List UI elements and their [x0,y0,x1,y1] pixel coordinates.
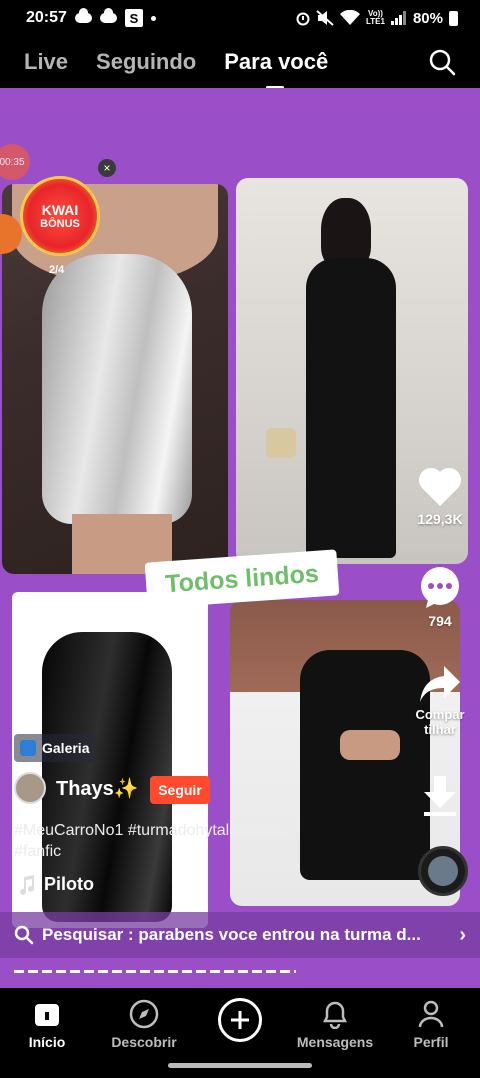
galeria-label: Galeria [42,740,90,756]
nav-perfil[interactable]: Perfil [386,998,476,1050]
gallery-icon [20,740,36,756]
search-suggestion-text: Pesquisar : parabens voce entrou na turm… [42,925,421,944]
bonus-subtitle: BÔNUS [40,217,80,230]
battery-percent: 80% [412,9,443,27]
heart-icon [418,467,462,506]
download-icon [424,776,456,816]
bonus-count: 2/4 [49,264,65,276]
nav-mensagens-label: Mensagens [296,1034,374,1050]
nav-descobrir[interactable]: Descobrir [99,998,189,1050]
comment-icon [421,567,459,608]
music-note-icon [20,874,34,895]
kwai-bonus-widget[interactable]: KWAI BÔNUS [20,176,100,256]
mute-icon [316,10,334,26]
galeria-tag[interactable]: Galeria [14,734,98,762]
notification-dot-icon [150,15,156,21]
music-info[interactable]: Piloto [18,874,94,895]
video-progress[interactable] [14,970,296,973]
tab-live[interactable]: Live [24,49,68,75]
comment-count: 794 [428,613,452,629]
cloud-icon [74,8,92,23]
s-app-icon: S [124,9,143,27]
chevron-right-icon: › [459,923,466,946]
video-caption[interactable]: #MeuCarroNo1 #turmadohytalosantos #fanfi… [14,820,334,862]
create-button[interactable] [218,998,262,1042]
download-button[interactable] [410,774,470,821]
tab-para-voce[interactable]: Para você [224,49,328,89]
share-label: Compar tilhar [415,707,465,737]
search-icon-small [14,925,34,945]
like-count: 129,3K [417,511,463,527]
author-info[interactable]: Thays✨ [14,772,139,804]
signal-icon [390,11,406,25]
alarm-icon [296,12,310,26]
clock: 20:57 [26,9,67,26]
close-icon[interactable]: × [98,159,116,177]
nav-descobrir-label: Descobrir [111,1034,177,1050]
search-icon[interactable] [428,48,456,76]
cloud-icon-2 [99,8,117,23]
author-avatar[interactable] [14,772,46,804]
nav-inicio[interactable]: Início [2,998,92,1050]
bell-icon [322,1001,348,1029]
share-icon [420,666,460,702]
music-disc-avatar[interactable] [418,846,468,896]
comment-button[interactable]: 794 [410,566,470,629]
plus-icon [231,1011,249,1029]
share-button[interactable]: Compar tilhar [410,664,470,737]
bottom-nav: Início Descobrir Mensagens Perfil [0,988,480,1078]
top-tabs: Live Seguindo Para você [0,36,480,89]
home-icon [35,1004,59,1026]
volte-indicator: Vo)) LTE1 [366,9,385,26]
bonus-title: KWAI [41,201,79,218]
tab-seguindo[interactable]: Seguindo [96,49,196,75]
home-indicator[interactable] [168,1063,312,1068]
timer-badge: 00:35 [0,144,30,180]
wifi-icon [340,10,360,25]
like-button[interactable]: 129,3K [410,464,470,527]
nav-inicio-label: Início [28,1034,66,1050]
music-title: Piloto [44,874,94,894]
nav-perfil-label: Perfil [413,1034,449,1050]
video-content[interactable]: Todos lindos 00:35 KWAI BÔNUS 2/4 × 129,… [0,88,480,988]
nav-mensagens[interactable]: Mensagens [290,998,380,1050]
follow-button[interactable]: Seguir [150,776,210,804]
search-suggestion-bar[interactable]: Pesquisar : parabens voce entrou na turm… [0,912,480,958]
status-bar: 20:57 S Vo)) LTE1 80% [0,0,480,36]
compass-icon [129,999,159,1029]
battery-icon [449,10,458,26]
author-name[interactable]: Thays✨ [56,776,139,801]
person-icon [418,1000,444,1028]
